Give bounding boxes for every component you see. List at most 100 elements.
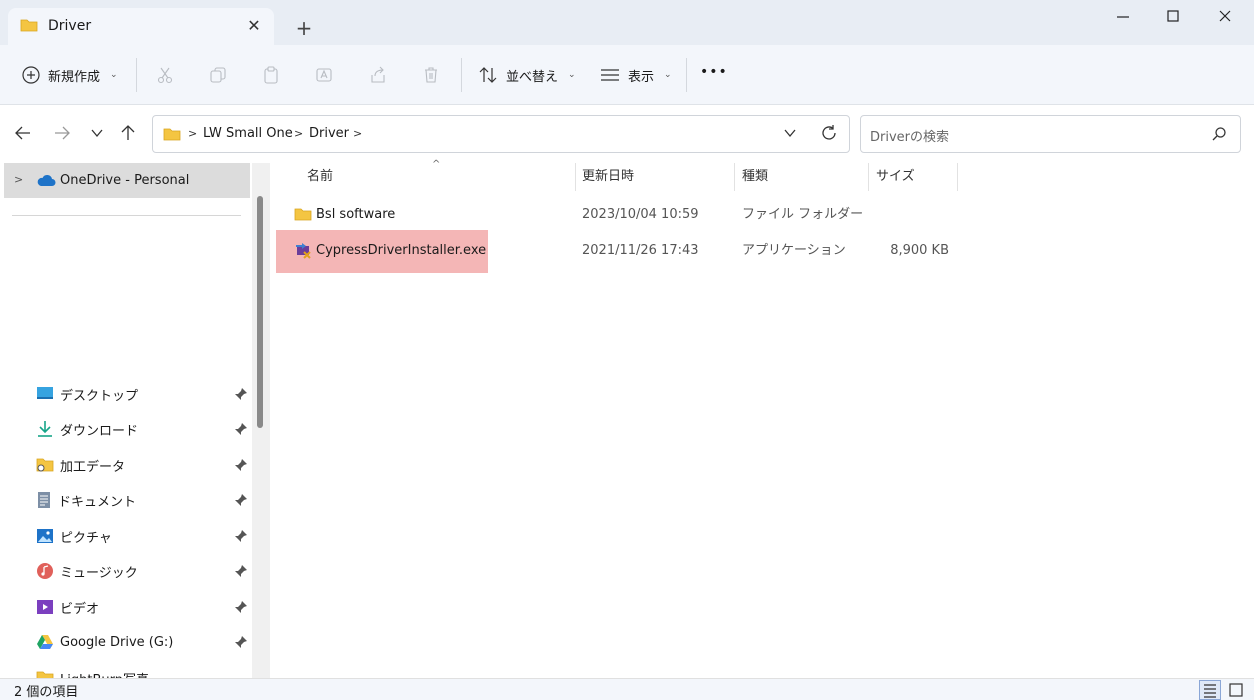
back-button[interactable]	[9, 119, 37, 147]
arrow-up-icon	[121, 125, 135, 140]
column-header-size[interactable]: サイズ	[876, 163, 915, 191]
sidebar-item-downloads[interactable]: ダウンロード	[36, 413, 250, 445]
pin-icon	[235, 565, 247, 577]
share-button[interactable]	[363, 60, 393, 90]
breadcrumb-driver[interactable]: Driver	[309, 126, 349, 141]
navigation-pane: > OneDrive - Personal デスクトップ ダウンロード 加工デー…	[0, 163, 252, 678]
folder-icon	[36, 458, 54, 472]
maximize-icon	[1167, 10, 1179, 22]
music-icon	[37, 563, 53, 579]
tab-title: Driver	[48, 18, 92, 34]
column-header-type[interactable]: 種類	[742, 163, 768, 191]
document-icon	[38, 492, 50, 508]
toolbar-divider	[461, 58, 462, 92]
sidebar-item-label: OneDrive - Personal	[60, 173, 190, 188]
sidebar-item-videos[interactable]: ビデオ	[36, 591, 250, 623]
download-icon	[38, 421, 52, 437]
file-type: アプリケーション	[742, 243, 846, 258]
plus-circle-icon	[22, 66, 40, 84]
breadcrumb-separator-icon: >	[294, 127, 304, 140]
video-icon	[37, 600, 53, 614]
column-divider[interactable]	[957, 163, 958, 191]
sidebar-item-lightburn-photos[interactable]: LightBurn写真	[36, 662, 250, 678]
table-row[interactable]: CypressDriverInstaller.exe 2021/11/26 17…	[276, 235, 976, 267]
delete-button[interactable]	[416, 60, 446, 90]
sort-ascending-icon: ^	[432, 159, 441, 170]
column-header-name[interactable]: 名前	[307, 163, 333, 191]
breadcrumb-lw-small-one[interactable]: LW Small One	[203, 126, 293, 141]
large-icons-view-button[interactable]	[1226, 680, 1246, 700]
forward-button[interactable]	[48, 119, 76, 147]
arrow-right-icon	[55, 126, 70, 140]
search-input[interactable]: Driverの検索	[860, 115, 1241, 153]
sidebar-scrollbar-thumb[interactable]	[257, 196, 263, 428]
tiles-view-icon	[1229, 683, 1243, 697]
folder-icon	[294, 207, 312, 223]
window-close-button[interactable]	[1208, 4, 1242, 30]
cut-button[interactable]	[150, 60, 180, 90]
share-icon	[371, 66, 385, 83]
file-modified: 2021/11/26 17:43	[582, 243, 699, 258]
column-header-modified[interactable]: 更新日時	[582, 163, 634, 191]
sidebar-item-documents[interactable]: ドキュメント	[36, 484, 250, 516]
new-button[interactable]: 新規作成 ⌄	[22, 62, 118, 88]
table-row[interactable]: Bsl software 2023/10/04 10:59 ファイル フォルダー	[276, 199, 976, 231]
address-bar[interactable]: > LW Small One > Driver >	[152, 115, 850, 153]
sidebar-item-label: ミュージック	[60, 565, 138, 581]
view-button-label: 表示	[628, 69, 655, 85]
up-button[interactable]	[114, 119, 142, 147]
chevron-down-icon: ⌄	[664, 70, 672, 80]
column-divider[interactable]	[868, 163, 869, 191]
folder-icon	[36, 671, 54, 678]
paste-button[interactable]	[256, 60, 286, 90]
maximize-button[interactable]	[1156, 4, 1190, 30]
file-name: Bsl software	[316, 207, 396, 222]
view-lines-icon	[601, 69, 619, 81]
file-size	[876, 199, 949, 231]
refresh-button[interactable]	[820, 124, 838, 146]
clipboard-icon	[264, 66, 278, 84]
details-view-button[interactable]	[1199, 680, 1221, 700]
copy-button[interactable]	[203, 60, 233, 90]
search-placeholder: Driverの検索	[870, 130, 950, 145]
pin-icon	[235, 459, 247, 471]
file-modified: 2023/10/04 10:59	[582, 207, 699, 222]
sidebar-item-music[interactable]: ミュージック	[36, 555, 250, 587]
toolbar-divider	[686, 58, 687, 92]
sidebar-item-label: 加工データ	[60, 459, 126, 475]
minimize-icon	[1117, 16, 1129, 18]
address-history-dropdown[interactable]	[783, 126, 797, 144]
pin-icon	[235, 636, 247, 648]
minimize-button[interactable]	[1106, 4, 1140, 30]
more-options-button[interactable]: •••	[700, 64, 728, 80]
sidebar-item-desktop[interactable]: デスクトップ	[36, 378, 250, 410]
sidebar-divider	[12, 215, 241, 216]
sidebar-item-label: ビデオ	[60, 601, 100, 617]
sidebar-item-google-drive[interactable]: Google Drive (G:)	[36, 626, 250, 658]
status-bar	[0, 678, 1254, 700]
rename-button[interactable]	[309, 60, 339, 90]
view-button[interactable]: 表示 ⌄	[600, 62, 672, 88]
sidebar-item-pictures[interactable]: ピクチャ	[36, 520, 250, 552]
sidebar-item-onedrive[interactable]: > OneDrive - Personal	[4, 163, 250, 198]
sort-button[interactable]: 並べ替え ⌄	[478, 62, 576, 88]
picture-icon	[37, 529, 53, 543]
pin-icon	[235, 388, 247, 400]
sort-icon	[479, 67, 497, 83]
recent-locations-button[interactable]	[83, 119, 111, 147]
toolbar-divider	[136, 58, 137, 92]
tab-driver[interactable]: Driver ✕	[8, 8, 274, 45]
file-name: CypressDriverInstaller.exe	[316, 243, 487, 258]
chevron-down-icon: ⌄	[568, 70, 576, 80]
installer-icon	[294, 242, 314, 260]
column-divider[interactable]	[734, 163, 735, 191]
scissors-icon	[157, 67, 173, 84]
trash-icon	[425, 67, 437, 83]
sidebar-item-processed-data[interactable]: 加工データ	[36, 449, 250, 481]
column-divider[interactable]	[575, 163, 576, 191]
sidebar-item-label: LightBurn写真	[60, 669, 149, 679]
pin-icon	[235, 423, 247, 435]
file-size: 8,900 KB	[890, 243, 949, 258]
tab-close-button[interactable]: ✕	[242, 14, 266, 38]
new-tab-button[interactable]: +	[290, 14, 318, 42]
